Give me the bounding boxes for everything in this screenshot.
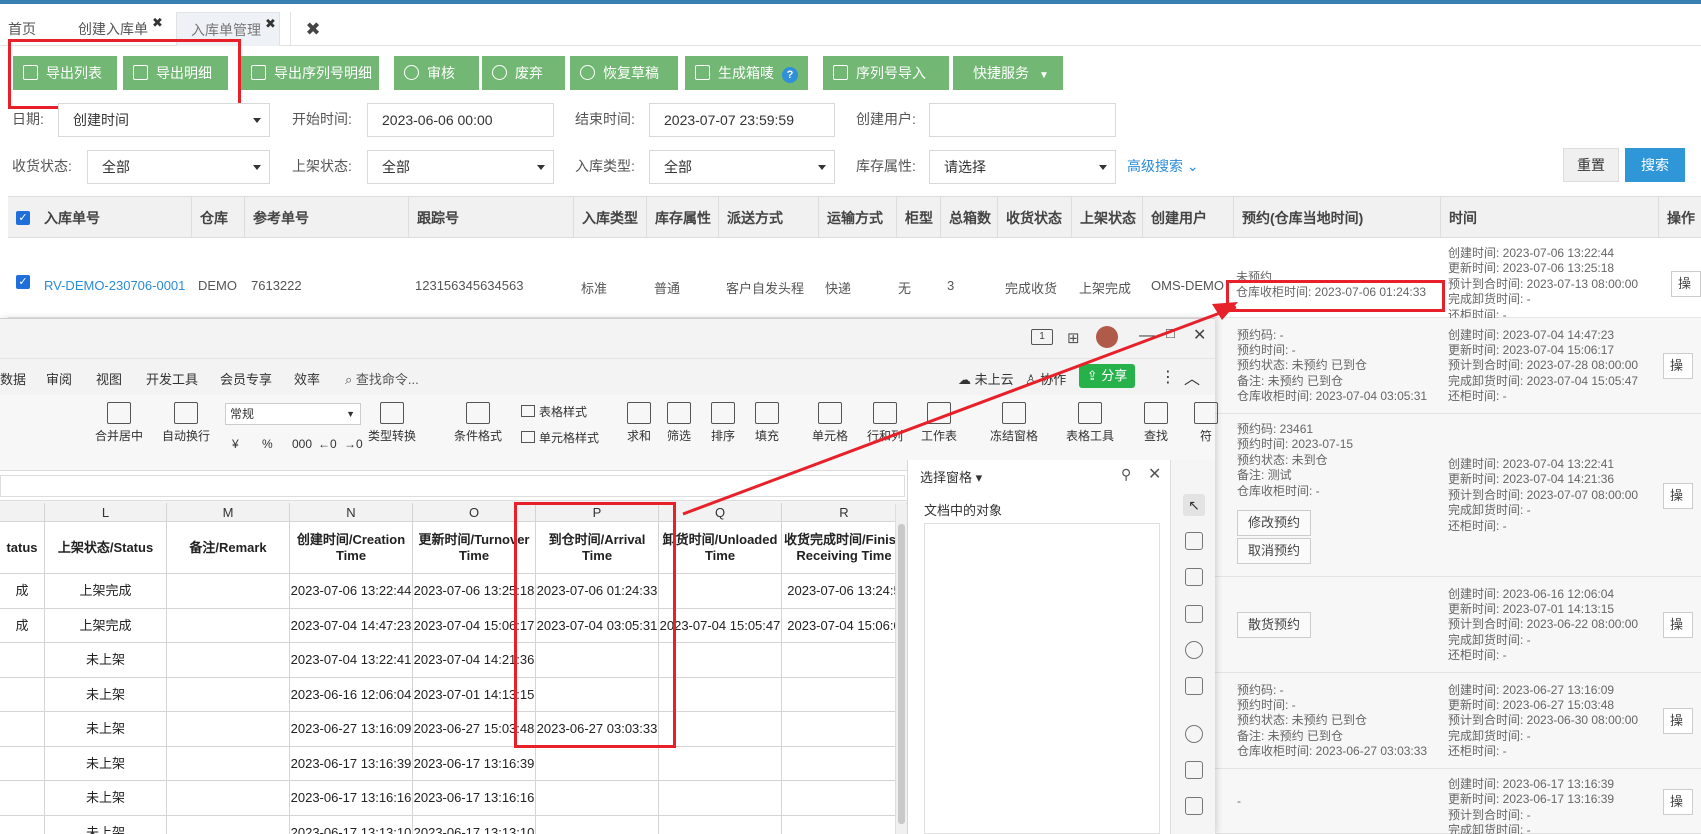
arrow-head — [1212, 302, 1238, 320]
annotation-arrow — [682, 302, 1238, 516]
arrow-line — [682, 305, 1237, 516]
